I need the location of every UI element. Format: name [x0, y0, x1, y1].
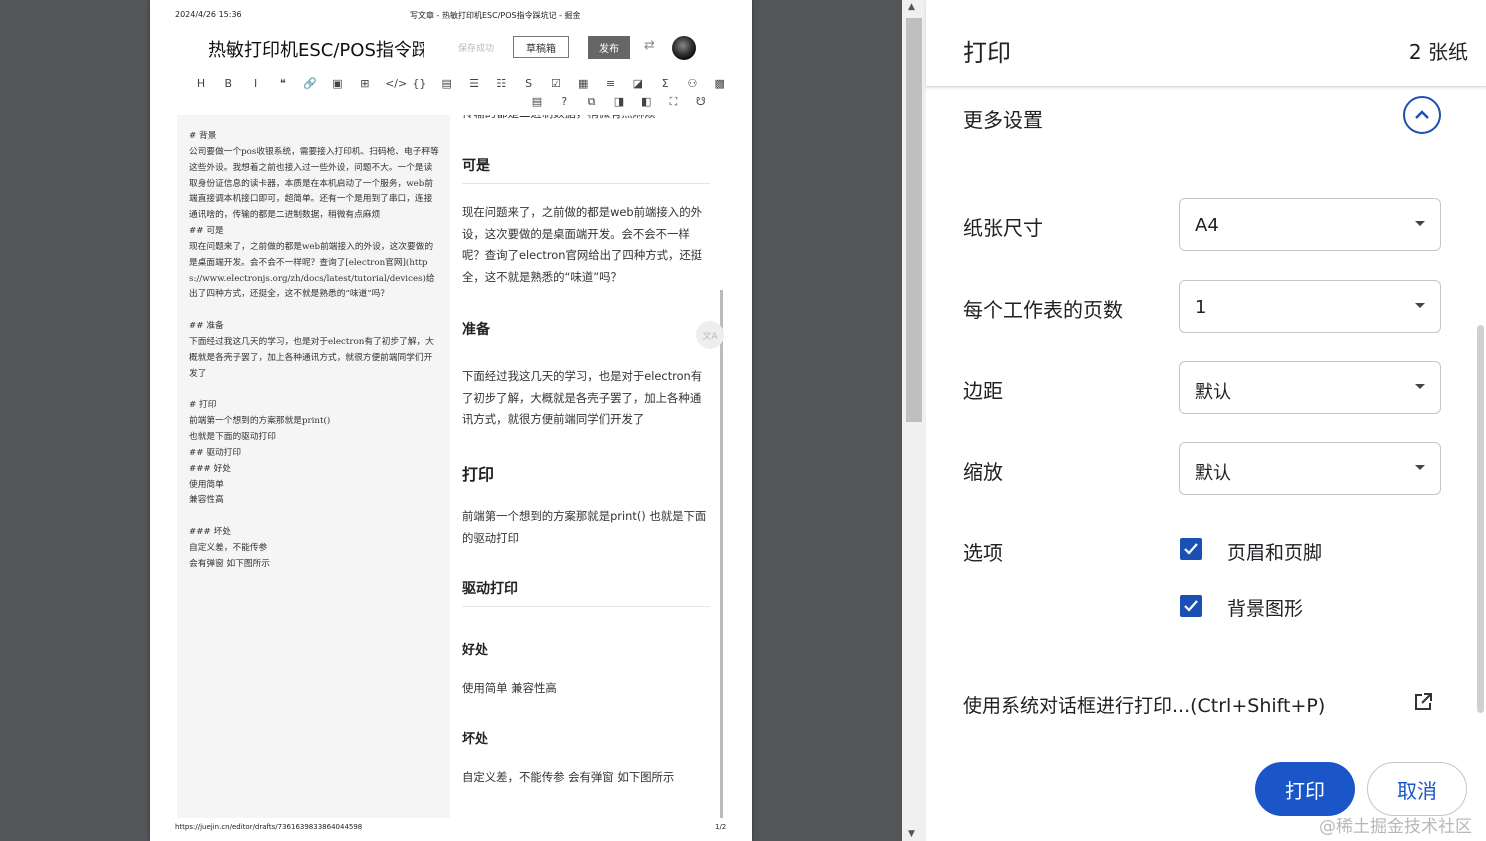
toolbar-icon: H [196, 77, 206, 90]
markdown-source: # 背景 公司要做一个pos收银系统，需要接入打印机、扫码枪、电子秤等这些外设。… [189, 131, 439, 569]
sheet-count: 2 张纸 [1408, 40, 1468, 64]
scale-label: 缩放 [963, 460, 1003, 484]
preview-paragraph: 传输的都是二进制数据，稍微有点麻烦 [462, 115, 710, 125]
toolbar-icon: {} [412, 77, 427, 90]
preview-page: 2024/4/26 15:36 写文章 - 热敏打印机ESC/POS指令踩坑记 … [150, 0, 752, 841]
margins-value: 默认 [1195, 382, 1231, 403]
panel-scrollbar[interactable] [1477, 325, 1484, 713]
page-footer-url: https://juejin.cn/editor/drafts/73616398… [175, 823, 363, 831]
collapse-button[interactable] [1403, 96, 1441, 134]
toolbar-icon: </> [385, 77, 408, 90]
preview-paragraph: 前端第一个想到的方案那就是print() 也就是下面的驱动打印 [462, 509, 707, 545]
panel-title: 打印 [963, 39, 1011, 67]
save-status: 保存成功 [458, 44, 495, 54]
panel-header: 打印 2 张纸 [926, 0, 1486, 87]
print-preview-area: 2024/4/26 15:36 写文章 - 热敏打印机ESC/POS指令踩坑记 … [0, 0, 902, 841]
page-header-datetime: 2024/4/26 15:36 [175, 10, 242, 19]
toolbar-icon: ▤ [531, 95, 543, 108]
toolbar-icon: ⛶ [669, 95, 678, 108]
headers-footers-label[interactable]: 页眉和页脚 [1227, 538, 1322, 565]
pages-per-sheet-value: 1 [1195, 297, 1207, 318]
editor-title: 热敏打印机ESC/POS指令踩 [208, 40, 424, 61]
avatar [672, 36, 696, 60]
pages-per-sheet-select[interactable]: 1 [1179, 280, 1441, 333]
toolbar-icon: ▤ [441, 77, 452, 90]
options-label: 选项 [963, 541, 1003, 565]
toolbar-icon: ☋ [695, 95, 706, 108]
open-external-icon[interactable] [1413, 692, 1433, 716]
preview-scrollbar [720, 290, 723, 818]
toolbar-icon: ≡ [605, 77, 616, 90]
page-footer-number: 1/2 [715, 823, 727, 831]
paper-size-label: 纸张尺寸 [963, 216, 1043, 240]
cancel-button[interactable]: 取消 [1367, 762, 1467, 816]
translate-icon: 文A [696, 321, 724, 349]
paper-size-value: A4 [1195, 215, 1219, 236]
toolbar-icon: ▩ [714, 77, 725, 90]
preview-heading: 好处 [462, 643, 489, 658]
preview-heading: 坏处 [462, 732, 489, 747]
preview-paragraph: 现在问题来了，之前做的都是web前端接入的外设，这次要做的是桌面端开发。会不会不… [462, 205, 703, 284]
headers-footers-checkbox[interactable] [1180, 538, 1202, 560]
toolbar-icon: ◪ [632, 77, 643, 90]
toolbar-icon: ⧉ [587, 95, 596, 108]
preview-scrollbar-track[interactable]: ▲ ▼ [902, 0, 926, 841]
background-graphics-checkbox[interactable] [1180, 595, 1202, 617]
paper-size-select[interactable]: A4 [1179, 198, 1441, 251]
dropdown-arrow-icon [1415, 465, 1425, 470]
markdown-editor-pane: # 背景 公司要做一个pos收银系统，需要接入打印机、扫码枪、电子秤等这些外设。… [177, 115, 450, 818]
check-icon [1184, 543, 1198, 555]
toolbar-icon: I [253, 77, 258, 90]
toolbar-icon: ☷ [496, 77, 507, 90]
more-settings-label[interactable]: 更多设置 [963, 104, 1043, 133]
toolbar-icon: ⊞ [360, 77, 370, 90]
markdown-preview-pane: 传输的都是二进制数据，稍微有点麻烦 可是 现在问题来了，之前做的都是web前端接… [450, 115, 724, 818]
toolbar-icon: S [525, 77, 533, 90]
toolbar-icon: ? [561, 95, 568, 108]
page-header-title: 写文章 - 热敏打印机ESC/POS指令踩坑记 - 掘金 [410, 11, 581, 20]
dropdown-arrow-icon [1415, 384, 1425, 389]
scale-select[interactable]: 默认 [1179, 442, 1441, 495]
chevron-up-icon [1415, 110, 1429, 119]
preview-heading: 可是 [462, 155, 710, 184]
background-graphics-label[interactable]: 背景图形 [1227, 594, 1303, 621]
dropdown-arrow-icon [1415, 303, 1425, 308]
preview-scrollbar-thumb[interactable] [906, 18, 922, 422]
preview-paragraph: 自定义差，不能传参 会有弹窗 如下图所示 [462, 770, 675, 784]
toolbar-icon: ⚇ [687, 77, 698, 90]
toolbar-icon: ▣ [332, 77, 343, 90]
toolbar-icon: Σ [661, 77, 669, 90]
toolbar-icon: ▦ [577, 77, 589, 90]
pages-per-sheet-label: 每个工作表的页数 [963, 298, 1123, 322]
toolbar-icon: B [224, 77, 233, 90]
margins-label: 边距 [963, 379, 1003, 403]
preview-heading: 打印 [462, 465, 495, 484]
check-icon [1184, 600, 1198, 612]
scale-value: 默认 [1195, 463, 1231, 484]
print-settings-panel: 打印 2 张纸 更多设置 纸张尺寸 A4 每个工作表的页数 1 边距 默认 缩放… [926, 0, 1486, 841]
watermark: @稀土掘金技术社区 [1319, 817, 1472, 837]
print-button[interactable]: 打印 [1255, 762, 1355, 816]
dropdown-arrow-icon [1415, 221, 1425, 226]
scroll-up-icon[interactable]: ▲ [908, 2, 915, 12]
toolbar-icon: ☑ [550, 77, 561, 90]
toolbar-icon: ❝ [279, 77, 286, 90]
scroll-down-icon[interactable]: ▼ [908, 829, 915, 839]
margins-select[interactable]: 默认 [1179, 361, 1441, 414]
preview-heading: 驱动打印 [462, 578, 710, 607]
toolbar-icon: 🔗 [303, 77, 318, 90]
drafts-button: 草稿箱 [513, 36, 569, 58]
preview-paragraph: 下面经过我这几天的学习，也是对于electron有了初步了解，大概就是各壳子罢了… [462, 369, 703, 426]
preview-paragraph: 使用简单 兼容性高 [462, 681, 557, 695]
toolbar-icon: ◧ [640, 95, 652, 108]
swap-icon: ⇄ [644, 38, 655, 53]
toolbar-icon: ☰ [469, 77, 479, 90]
preview-heading: 准备 [462, 322, 490, 338]
toolbar-icon: ◨ [613, 95, 625, 108]
system-dialog-link[interactable]: 使用系统对话框进行打印...(Ctrl+Shift+P) [963, 691, 1325, 718]
publish-button: 发布 [588, 36, 630, 59]
